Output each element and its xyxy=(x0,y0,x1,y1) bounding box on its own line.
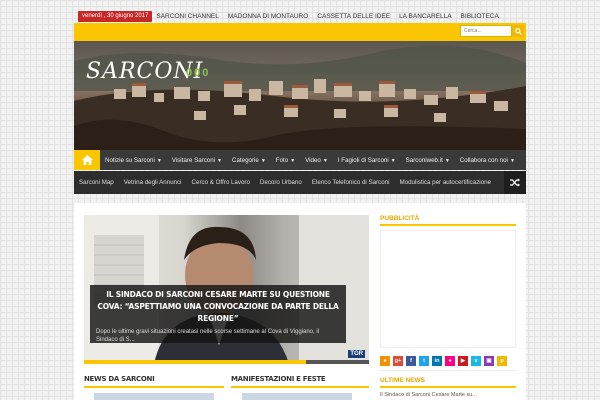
tv-channel-logo: TGR xyxy=(348,350,365,358)
news-block-title[interactable]: NEWS DA SARCONI xyxy=(84,375,155,383)
subnav-map[interactable]: Sarconi Map xyxy=(74,179,119,186)
subnav-annunci[interactable]: Vetrina degli Annunci xyxy=(119,179,187,186)
caret-down-icon: ▼ xyxy=(444,157,450,164)
shuffle-icon xyxy=(510,178,520,187)
events-thumbnail[interactable] xyxy=(242,393,352,400)
random-article-button[interactable] xyxy=(504,171,526,194)
caret-down-icon: ▼ xyxy=(260,157,266,164)
nav-label: Video xyxy=(305,156,321,164)
news-block-underline xyxy=(84,386,224,388)
instagram-icon[interactable]: ▣ xyxy=(484,356,494,366)
top-link-ideas[interactable]: CASSETTA DELLE IDEE xyxy=(317,13,390,20)
nav-label: I Fagioli di Sarconi xyxy=(337,156,389,164)
events-block-title[interactable]: MANIFESTAZIONI E FESTE xyxy=(231,375,326,383)
header-search xyxy=(460,25,524,37)
slide-excerpt: Dopo le ultime gravi situazioni creatasi… xyxy=(96,329,320,343)
top-link-channel[interactable]: SARCONI CHANNEL xyxy=(156,13,218,20)
subnav-lavoro[interactable]: Cerco & Offro Lavoro xyxy=(187,179,255,186)
nav-label: Sarconiweb.it xyxy=(405,156,443,164)
subnav-elenco[interactable]: Elenco Telefonico di Sarconi xyxy=(307,179,395,186)
rss-icon[interactable]: ● xyxy=(380,356,390,366)
flickr-icon[interactable]: ● xyxy=(445,356,455,366)
caret-down-icon: ▼ xyxy=(322,157,328,164)
village-photo xyxy=(74,45,526,150)
twitter-icon[interactable]: t xyxy=(419,356,429,366)
home-button[interactable] xyxy=(74,150,100,170)
facebook-icon[interactable]: f xyxy=(406,356,416,366)
search-input[interactable] xyxy=(460,25,512,37)
news-thumbnail[interactable] xyxy=(94,393,214,400)
ad-placeholder xyxy=(380,230,516,348)
slide-title[interactable]: Il Sindaco di Sarconi Cesare Marte su qu… xyxy=(96,289,340,325)
caret-down-icon: ▼ xyxy=(390,157,396,164)
main-content: Il Sindaco di Sarconi Cesare Marte su qu… xyxy=(74,203,526,400)
nav-notizie[interactable]: Notizie su Sarconi ▼ xyxy=(100,157,167,164)
nav-categorie[interactable]: Categorie ▼ xyxy=(227,157,271,164)
nav-sarconiweb[interactable]: Sarconiweb.it ▼ xyxy=(401,157,455,164)
nav-video[interactable]: Video ▼ xyxy=(300,157,333,164)
caret-down-icon: ▼ xyxy=(290,157,296,164)
nav-foto[interactable]: Foto ▼ xyxy=(271,157,300,164)
site-header: SARCONI 000 xyxy=(74,23,526,150)
slide-caption: Il Sindaco di Sarconi Cesare Marte su qu… xyxy=(90,285,346,343)
top-link-montauro[interactable]: MADONNA DI MONTAURO xyxy=(228,13,308,20)
nav-label: Visitare Sarconi xyxy=(171,156,216,164)
subnav-decoro[interactable]: Decoro Urbano xyxy=(255,179,307,186)
caret-down-icon: ▼ xyxy=(156,157,162,164)
nav-label: Notizie su Sarconi xyxy=(105,156,155,164)
site-logo-badge: 000 xyxy=(186,67,211,79)
search-button[interactable] xyxy=(512,25,524,37)
ad-widget-title: PUBBLICITÀ xyxy=(380,215,516,226)
latest-news-title: ULTIME NEWS xyxy=(380,377,516,388)
social-icons: ● g+ f t in ● ▶ v ▣ p xyxy=(380,356,516,366)
secondary-nav: Sarconi Map Vetrina degli Annunci Cerco … xyxy=(74,171,526,194)
subnav-modulistica[interactable]: Modulistica per autocertificazione xyxy=(395,179,496,186)
nav-fagioli[interactable]: I Fagioli di Sarconi ▼ xyxy=(333,157,401,164)
vimeo-icon[interactable]: v xyxy=(471,356,481,366)
nav-collabora[interactable]: Collabora con noi ▼ xyxy=(455,157,520,164)
sidebar: PUBBLICITÀ ● g+ f t in ● ▶ v ▣ p ULTIME NEWS Il S… xyxy=(380,215,516,398)
youtube-icon[interactable]: ▶ xyxy=(458,356,468,366)
featured-slider[interactable]: Il Sindaco di Sarconi Cesare Marte su qu… xyxy=(84,215,369,364)
nav-label: Categorie xyxy=(232,156,259,164)
latest-news-item[interactable]: Il Sindaco di Sarconi Cesare Marte su... xyxy=(380,392,516,398)
search-icon xyxy=(514,27,522,35)
home-icon xyxy=(81,155,93,165)
slider-progress-bar xyxy=(84,360,369,364)
top-bar: venerdì , 30 giugno 2017 SARCONI CHANNEL… xyxy=(74,8,526,24)
top-link-biblioteca[interactable]: BIBLIOTECA xyxy=(461,13,499,20)
nav-visitare[interactable]: Visitare Sarconi ▼ xyxy=(167,157,227,164)
linkedin-icon[interactable]: in xyxy=(432,356,442,366)
divider xyxy=(380,370,516,371)
nav-label: Foto xyxy=(275,156,289,164)
google-plus-icon[interactable]: g+ xyxy=(393,356,403,366)
date-badge: venerdì , 30 giugno 2017 xyxy=(78,10,153,22)
nav-label: Collabora con noi xyxy=(459,156,508,164)
events-block-underline xyxy=(231,386,369,388)
header-banner[interactable]: SARCONI 000 xyxy=(74,41,526,150)
caret-down-icon: ▼ xyxy=(217,157,222,164)
pinterest-icon[interactable]: p xyxy=(497,356,507,366)
caret-down-icon: ▼ xyxy=(509,157,515,164)
top-link-bancarella[interactable]: LA BANCARELLA xyxy=(399,13,451,20)
main-nav: Notizie su Sarconi ▼ Visitare Sarconi ▼ Ca… xyxy=(74,150,526,170)
slider-progress-fill xyxy=(84,360,307,364)
